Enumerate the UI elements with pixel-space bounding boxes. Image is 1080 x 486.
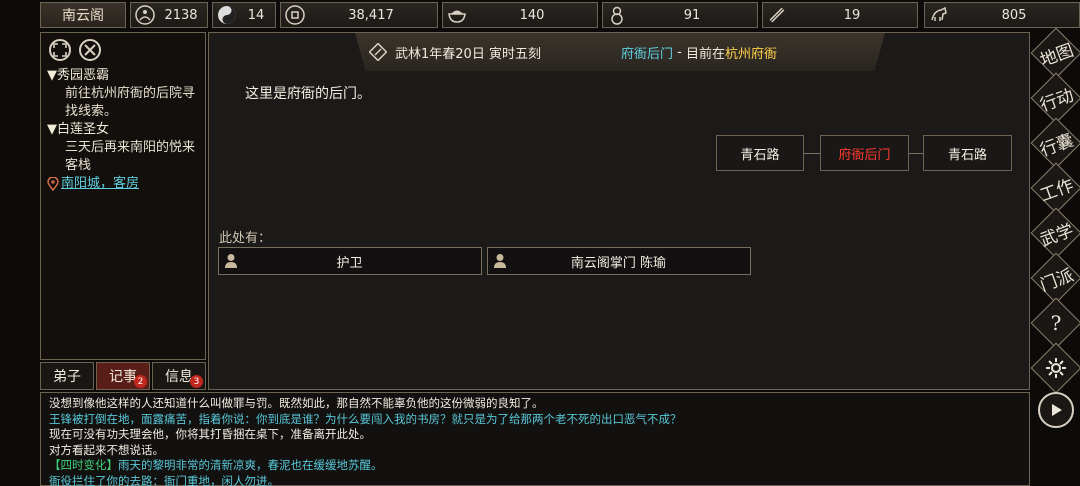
quest-item[interactable]: ▼白莲圣女 三天后再来南阳的悦来 客栈 xyxy=(47,121,207,175)
map-node-west[interactable]: 青石路 xyxy=(716,135,804,171)
quest-list: ▼秀园恶霸 前往杭州府衙的后院寻 找线索。 ▼白莲圣女 三天后再来南阳的悦来 客… xyxy=(47,67,207,193)
current-city: 杭州府衙 xyxy=(724,46,777,62)
tab-messages[interactable]: 信息 3 xyxy=(152,362,206,390)
expand-icon xyxy=(53,43,67,57)
horse-icon xyxy=(931,6,947,21)
tab-journal[interactable]: 记事 2 xyxy=(96,362,150,390)
scene-description: 这里是府衙的后门。 xyxy=(245,86,371,102)
scene-header: 武林1年春20日 寅时五刻 府衙后门 - 目前在 杭州府衙 xyxy=(355,33,885,71)
quest-desc-line: 找线索。 xyxy=(65,104,118,119)
person-icon xyxy=(225,254,237,268)
current-prefix: 目前在 xyxy=(685,46,725,62)
message-log[interactable]: 没想到像他这样的人还知道什么叫做罪与罚。既然如此，那自然不能辜负他的这份微弱的良… xyxy=(40,392,1030,486)
map-node-east[interactable]: 青石路 xyxy=(923,135,1012,171)
map-node-current: 府衙后门 xyxy=(820,135,909,171)
horse-value: 805 xyxy=(1001,7,1027,23)
scroll-icon xyxy=(769,7,785,23)
resource-food: 140 xyxy=(442,2,598,28)
tab-label: 弟子 xyxy=(53,369,81,385)
tab-label: 记事 xyxy=(109,369,137,385)
meditation-icon xyxy=(135,5,155,25)
location-link-text: 南阳城，客房 xyxy=(61,176,140,191)
play-icon xyxy=(1052,404,1062,416)
scene-panel: 武林1年春20日 寅时五刻 府衙后门 - 目前在 杭州府衙 这里是府衙的后门。 … xyxy=(208,32,1030,390)
coin-value: 38,417 xyxy=(348,7,394,23)
quest-desc-line: 前往杭州府衙的后院寻 xyxy=(65,86,196,101)
compass-icon xyxy=(369,43,387,61)
quest-title: 白莲圣女 xyxy=(57,122,110,137)
npc-name: 护卫 xyxy=(336,255,363,271)
tab-disciples[interactable]: 弟子 xyxy=(40,362,94,390)
log-line: 衙役拦住了你的去路：衙门重地，闲人勿进。 xyxy=(49,473,279,486)
npc-button[interactable]: 护卫 xyxy=(218,247,482,275)
sect-name-button[interactable]: 南云阁 xyxy=(40,2,126,28)
quest-desc-line: 客栈 xyxy=(65,158,92,173)
resource-gourd: 91 xyxy=(602,2,758,28)
notification-badge: 3 xyxy=(190,375,203,388)
npc-button[interactable]: 南云阁掌门 陈瑜 xyxy=(487,247,751,275)
quest-desc-line: 三天后再来南阳的悦来 xyxy=(65,140,196,155)
expand-button[interactable] xyxy=(49,39,71,61)
coin-icon xyxy=(285,5,305,25)
npc-name: 南云阁掌门 陈瑜 xyxy=(570,255,667,271)
close-button[interactable] xyxy=(79,39,101,61)
game-date: 武林1年春20日 寅时五刻 xyxy=(395,46,541,62)
food-bowl-icon xyxy=(448,10,466,23)
npc-section-label: 此处有： xyxy=(219,231,272,246)
map-connector xyxy=(909,153,923,154)
yinyang-value: 14 xyxy=(247,7,265,23)
log-line: 对方看起来不想说话。 xyxy=(49,442,164,457)
resource-meditation: 2138 xyxy=(130,2,208,28)
log-line: 没想到像他这样的人还知道什么叫做罪与罚。既然如此，那自然不能辜负他的这份微弱的良… xyxy=(49,396,544,410)
food-value: 140 xyxy=(519,7,545,23)
map-connector xyxy=(804,153,820,154)
gourd-value: 91 xyxy=(683,7,701,23)
map-node-label: 青石路 xyxy=(740,147,780,163)
location-name: 府衙后门 xyxy=(620,46,673,62)
log-line: 【四时变化】雨天的黎明非常的清新凉爽，春泥也在缓缓地苏醒。 xyxy=(49,458,1021,474)
person-icon xyxy=(494,254,506,268)
scroll-value: 19 xyxy=(843,7,861,23)
log-tag: 【四时变化】 xyxy=(49,458,118,472)
quest-item[interactable]: ▼秀园恶霸 前往杭州府衙的后院寻 找线索。 xyxy=(47,67,207,121)
log-line: 王锋被打倒在地，面露痛苦，指着你说：你到底是谁？为什么要闯入我的书房？就只是为了… xyxy=(49,411,682,426)
log-line: 现在可没有功夫理会他，你将其打昏捆在桌下，准备离开此处。 xyxy=(49,427,371,441)
map-pin-icon xyxy=(47,177,59,191)
log-text: 雨天的黎明非常的清新凉爽，春泥也在缓缓地苏醒。 xyxy=(118,458,383,472)
play-button[interactable] xyxy=(1038,392,1074,428)
triangle-down-icon: ▼ xyxy=(47,68,57,83)
tab-label: 信息 xyxy=(165,369,193,385)
location-link[interactable]: 南阳城，客房 xyxy=(47,175,207,193)
resource-coin: 38,417 xyxy=(280,2,438,28)
map-node-label: 青石路 xyxy=(947,147,987,163)
resource-scroll: 19 xyxy=(762,2,918,28)
resource-yinyang: 14 xyxy=(212,2,276,28)
help-icon: ? xyxy=(1050,311,1062,335)
notification-badge: 2 xyxy=(134,375,147,388)
quest-panel: ▼秀园恶霸 前往杭州府衙的后院寻 找线索。 ▼白莲圣女 三天后再来南阳的悦来 客… xyxy=(40,32,206,360)
map-node-label: 府衙后门 xyxy=(838,147,891,163)
triangle-down-icon: ▼ xyxy=(47,122,57,137)
resource-horse: 805 xyxy=(924,2,1080,28)
meditation-value: 2138 xyxy=(164,7,198,23)
gear-icon xyxy=(1034,346,1078,390)
close-icon xyxy=(84,44,96,56)
quest-title: 秀园恶霸 xyxy=(57,68,110,83)
resource-bar: 南云阁 2138 14 38,417 140 91 19 805 xyxy=(40,2,1080,30)
header-separator: - xyxy=(672,44,686,60)
yin-yang-icon xyxy=(218,6,236,24)
gourd-icon xyxy=(611,6,623,25)
